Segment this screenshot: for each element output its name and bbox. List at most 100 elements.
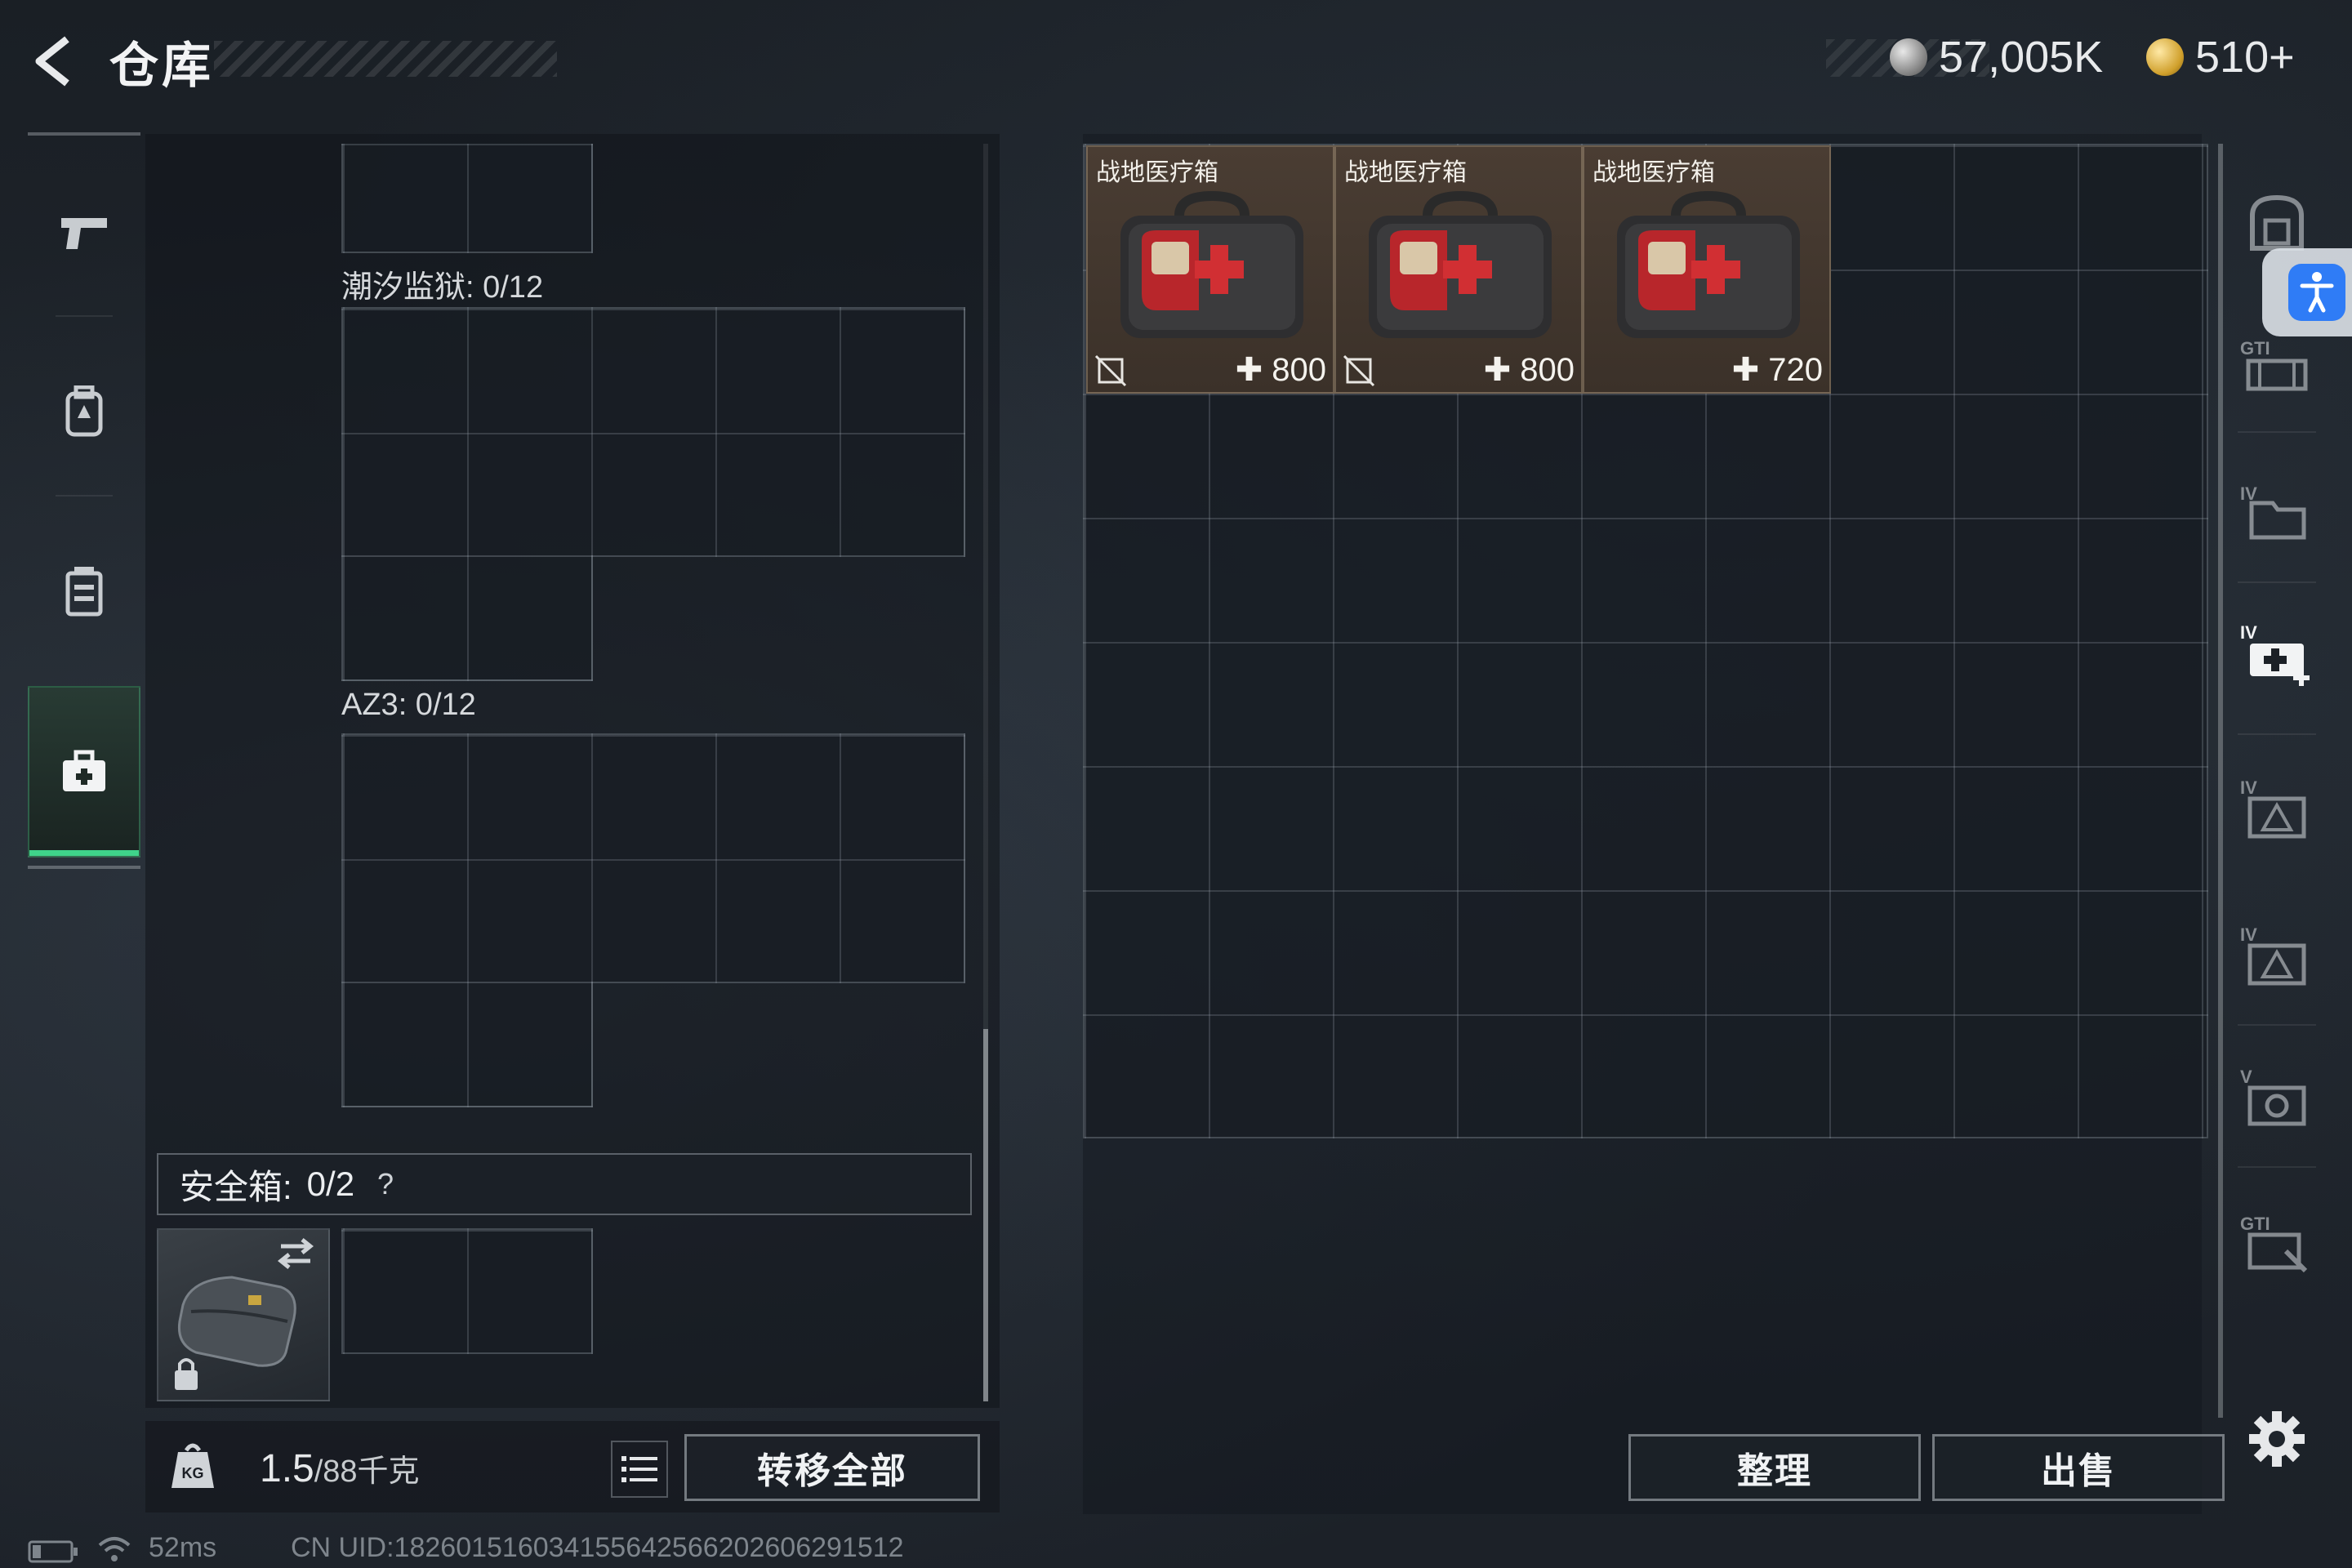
medkit-icon xyxy=(63,750,105,791)
pistol-icon xyxy=(61,218,107,249)
item-value-number: 800 xyxy=(1272,352,1326,388)
container-grid-partial[interactable] xyxy=(341,144,593,253)
nav-separator xyxy=(56,315,113,317)
list-view-button[interactable] xyxy=(611,1441,668,1498)
right-scrollbar[interactable] xyxy=(2218,144,2223,1418)
side-separator xyxy=(2238,733,2316,735)
side-separator xyxy=(2238,431,2316,433)
side-tag-text: IV xyxy=(2240,924,2257,945)
side-tag-text: IV xyxy=(2240,622,2257,643)
inventory-item[interactable]: 战地医疗箱 ✚ 800 xyxy=(1334,145,1583,394)
silver-coin-icon xyxy=(1890,38,1927,76)
nav-bottom-line xyxy=(28,866,140,869)
side-tag-text: IV xyxy=(2240,777,2257,798)
container-grid-az3-ext[interactable] xyxy=(341,982,593,1107)
inventory-item[interactable]: 战地医疗箱 ✚ 720 xyxy=(1583,145,1831,394)
side-tag-text: IV xyxy=(2240,483,2257,504)
settings-button[interactable] xyxy=(2246,1408,2308,1470)
gold-currency-value: 510+ xyxy=(2195,33,2295,82)
svg-text:KG: KG xyxy=(182,1465,204,1481)
first-aid-kit-icon xyxy=(1617,190,1800,338)
nav-separator xyxy=(56,495,113,497)
side-tab-iv-medical[interactable]: IV xyxy=(2238,614,2316,693)
side-tag-text: V xyxy=(2240,1067,2252,1087)
accessibility-icon xyxy=(2288,264,2345,321)
gti-crate-icon: GTI xyxy=(2240,338,2308,391)
item-value-number: 800 xyxy=(1520,352,1575,388)
weight-display: 1.5/88千克 xyxy=(260,1446,420,1491)
iv-warning-icon-2: IV xyxy=(2240,924,2306,986)
side-separator xyxy=(2238,581,2316,583)
nav-medical[interactable] xyxy=(28,686,140,858)
side-separator xyxy=(2238,1166,2316,1168)
safe-icon xyxy=(2250,194,2304,251)
side-tab-gti-tools[interactable]: GTI xyxy=(2238,1205,2316,1284)
back-arrow-icon xyxy=(35,36,69,87)
vest-icon xyxy=(65,567,103,617)
item-name: 战地医疗箱 xyxy=(1344,159,1467,186)
gold-currency[interactable]: 510+ xyxy=(2146,29,2295,85)
nav-backpack[interactable] xyxy=(28,346,140,477)
help-icon[interactable]: ? xyxy=(368,1166,403,1202)
wifi-icon xyxy=(96,1534,132,1563)
safebox-header: 安全箱: 0/2 ? xyxy=(157,1153,972,1215)
plus-icon: ✚ xyxy=(1731,352,1760,388)
iv-warning-icon: IV xyxy=(2240,777,2306,839)
nav-top-line xyxy=(28,132,140,136)
battery-icon xyxy=(28,1540,78,1563)
ping-text: 52ms xyxy=(149,1532,217,1563)
weight-icon: KG xyxy=(170,1441,216,1490)
safebox-count: 0/2 xyxy=(306,1165,355,1203)
inventory-item[interactable]: 战地医疗箱 ✚ 800 xyxy=(1086,145,1334,394)
item-name: 战地医疗箱 xyxy=(1592,159,1715,186)
not-sellable-icon xyxy=(1094,354,1127,387)
silver-currency-value: 57,005K xyxy=(1939,33,2104,82)
backpack-icon xyxy=(65,385,103,437)
side-separator xyxy=(2238,1024,2316,1026)
gti-tools-icon: GTI xyxy=(2240,1214,2308,1273)
section-label-tidal-prison: 潮汐监狱: 0/12 xyxy=(341,270,544,305)
transfer-all-button[interactable]: 转移全部 xyxy=(684,1434,980,1501)
sort-button[interactable]: 整理 xyxy=(1628,1434,1921,1501)
back-button[interactable] xyxy=(28,33,85,90)
side-tab-v-gear[interactable]: V xyxy=(2238,1058,2316,1137)
side-tab-iv-warning-2[interactable]: IV xyxy=(2238,916,2316,995)
accessibility-button[interactable] xyxy=(2262,248,2352,336)
left-scrollbar-thumb[interactable] xyxy=(983,1029,988,1401)
sell-button[interactable]: 出售 xyxy=(1932,1434,2225,1501)
side-tag-text: GTI xyxy=(2240,338,2270,359)
side-tab-iv-warning[interactable]: IV xyxy=(2238,769,2316,848)
safebox-grid[interactable] xyxy=(341,1228,593,1354)
side-tab-iv-folder[interactable]: IV xyxy=(2238,472,2316,550)
first-aid-kit-icon xyxy=(1120,190,1303,338)
side-tag-text: GTI xyxy=(2240,1214,2270,1234)
nav-weapons[interactable] xyxy=(28,167,140,297)
page-title: 仓库 xyxy=(109,38,214,93)
item-value-number: 720 xyxy=(1768,352,1823,388)
item-name: 战地医疗箱 xyxy=(1096,159,1218,186)
item-value: ✚ 720 xyxy=(1732,351,1823,389)
safebox-slot[interactable] xyxy=(157,1228,330,1401)
weight-value: 1.5 xyxy=(260,1447,314,1490)
iv-medical-icon: IV xyxy=(2240,622,2310,686)
safebox-case-icon xyxy=(175,1238,314,1390)
side-tab-gti-crate[interactable]: GTI xyxy=(2238,327,2316,405)
first-aid-kit-icon xyxy=(1369,190,1552,338)
silver-currency[interactable]: 57,005K xyxy=(1890,29,2103,85)
safebox-label: 安全箱: xyxy=(180,1167,292,1206)
not-sellable-icon xyxy=(1343,354,1375,387)
section-label-az3: AZ3: 0/12 xyxy=(341,688,476,722)
gear-icon xyxy=(2249,1411,2305,1467)
item-value: ✚ 800 xyxy=(1236,351,1326,389)
container-grid-tidal-prison[interactable] xyxy=(341,307,965,557)
plus-icon: ✚ xyxy=(1235,352,1263,388)
container-grid-az3[interactable] xyxy=(341,733,965,983)
nav-vest[interactable] xyxy=(28,526,140,657)
container-grid-tidal-prison-ext[interactable] xyxy=(341,555,593,681)
uid-text: CN UID:1826015160341556425662026062915​1… xyxy=(291,1532,904,1563)
gold-coin-icon xyxy=(2146,38,2184,76)
item-value: ✚ 800 xyxy=(1484,351,1575,389)
v-gear-icon: V xyxy=(2240,1067,2306,1126)
iv-folder-icon: IV xyxy=(2240,483,2306,540)
title-decoration xyxy=(214,41,557,77)
